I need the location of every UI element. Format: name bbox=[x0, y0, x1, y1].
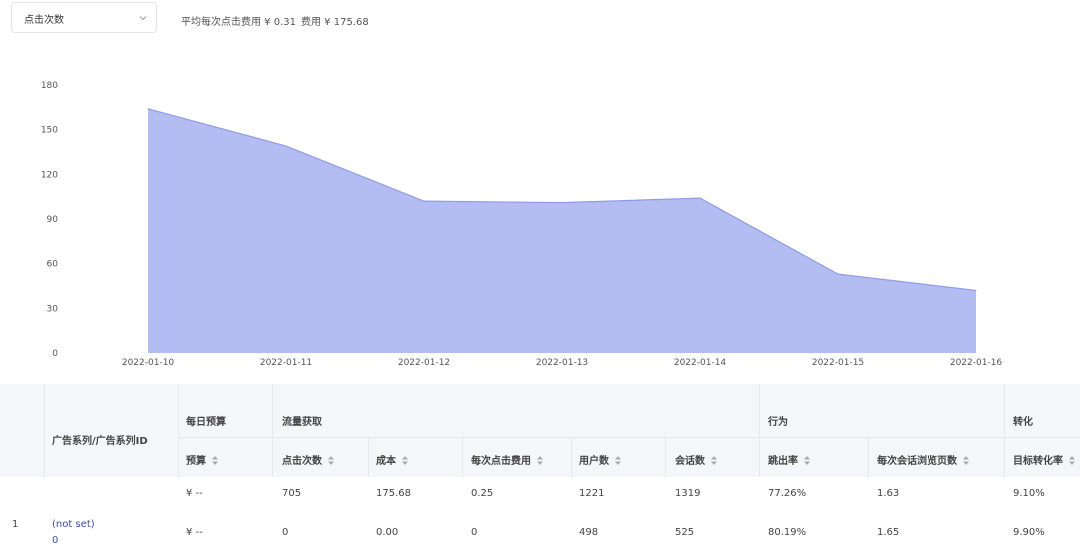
sort-icon[interactable] bbox=[615, 456, 621, 468]
row-cpc: 0 bbox=[471, 527, 478, 538]
col-header-sessions[interactable]: 会话数 bbox=[675, 452, 717, 468]
sort-icon[interactable] bbox=[537, 456, 543, 468]
col-header-label: 跳出率 bbox=[768, 456, 798, 467]
sort-icon[interactable] bbox=[1069, 456, 1075, 468]
col-header-pages-per-session[interactable]: 每次会话浏览页数 bbox=[877, 452, 969, 468]
total-budget: ¥ -- bbox=[186, 488, 203, 499]
y-tick-label: 90 bbox=[47, 215, 59, 225]
col-header-cost[interactable]: 成本 bbox=[376, 452, 408, 468]
campaign-table: 广告系列/广告系列ID 每日预算 流量获取 行为 转化 预算 点击次数 成本 每次点击… bbox=[0, 384, 1080, 556]
col-header-users[interactable]: 用户数 bbox=[579, 452, 621, 468]
total-pages-per-session: 1.63 bbox=[877, 488, 900, 499]
data-point bbox=[561, 202, 563, 204]
data-point bbox=[975, 289, 977, 291]
col-header-label: 成本 bbox=[376, 456, 396, 467]
header-conversion: 转化 bbox=[1013, 417, 1033, 428]
campaign-id-link[interactable]: 0 bbox=[52, 535, 58, 546]
row-sessions: 525 bbox=[675, 527, 695, 538]
x-tick-label: 2022-01-11 bbox=[260, 358, 312, 368]
col-header-label: 每次会话浏览页数 bbox=[877, 456, 957, 467]
col-header-label: 目标转化率 bbox=[1013, 456, 1063, 467]
row-index: 1 bbox=[12, 519, 19, 530]
campaign-name-link[interactable]: (not set) bbox=[52, 519, 95, 530]
header-daily-budget: 每日预算 bbox=[186, 417, 226, 428]
col-header-cpc[interactable]: 每次点击费用 bbox=[471, 452, 543, 468]
total-cost: 175.68 bbox=[376, 488, 411, 499]
x-tick-label: 2022-01-13 bbox=[536, 358, 588, 368]
metric-select[interactable]: 点击次数 bbox=[11, 2, 157, 33]
sort-icon[interactable] bbox=[711, 456, 717, 468]
col-header-label: 会话数 bbox=[675, 456, 705, 467]
toolbar: 点击次数 平均每次点击费用 ¥ 0.31 费用 ¥ 175.68 bbox=[0, 0, 1080, 40]
row-goal-conversion-rate: 9.90% bbox=[1013, 527, 1045, 538]
row-budget: ¥ -- bbox=[186, 527, 203, 538]
sort-icon[interactable] bbox=[804, 456, 810, 468]
total-sessions: 1319 bbox=[675, 488, 701, 499]
row-cost: 0.00 bbox=[376, 527, 399, 538]
col-header-label: 用户数 bbox=[579, 456, 609, 467]
data-point bbox=[147, 108, 149, 110]
row-pages-per-session: 1.65 bbox=[877, 527, 900, 538]
col-header-label: 每次点击费用 bbox=[471, 456, 531, 467]
col-header-bounce-rate[interactable]: 跳出率 bbox=[768, 452, 810, 468]
row-clicks: 0 bbox=[282, 527, 289, 538]
data-point bbox=[285, 145, 287, 147]
header-campaign: 广告系列/广告系列ID bbox=[52, 436, 148, 447]
y-tick-label: 180 bbox=[41, 81, 58, 91]
data-point bbox=[837, 273, 839, 275]
col-header-clicks[interactable]: 点击次数 bbox=[282, 452, 334, 468]
data-point bbox=[699, 197, 701, 199]
area-chart: 0 30 60 90 120 150 180 2022-01-10 2022-01-11 2022… bbox=[41, 81, 1003, 368]
header-behavior: 行为 bbox=[768, 417, 788, 428]
col-header-label: 点击次数 bbox=[282, 456, 322, 467]
header-traffic: 流量获取 bbox=[282, 417, 322, 428]
y-tick-label: 60 bbox=[47, 260, 59, 270]
x-tick-label: 2022-01-12 bbox=[398, 358, 450, 368]
sort-icon[interactable] bbox=[212, 456, 218, 468]
area-fill bbox=[148, 108, 976, 353]
row-users: 498 bbox=[579, 527, 599, 538]
col-header-budget[interactable]: 预算 bbox=[186, 452, 218, 468]
total-bounce-rate: 77.26% bbox=[768, 488, 807, 499]
col-header-label: 预算 bbox=[186, 456, 206, 467]
avg-cpc-summary: 平均每次点击费用 ¥ 0.31 bbox=[181, 17, 296, 28]
metric-select-label: 点击次数 bbox=[24, 15, 64, 26]
total-clicks: 705 bbox=[282, 488, 302, 499]
data-point bbox=[423, 200, 425, 202]
y-tick-label: 150 bbox=[41, 126, 58, 136]
total-users: 1221 bbox=[579, 488, 605, 499]
cost-summary: 费用 ¥ 175.68 bbox=[301, 17, 369, 28]
sort-icon[interactable] bbox=[402, 456, 408, 468]
row-bounce-rate: 80.19% bbox=[768, 527, 807, 538]
x-tick-label: 2022-01-14 bbox=[674, 358, 727, 368]
sort-icon[interactable] bbox=[328, 456, 334, 468]
col-header-goal-conversion-rate[interactable]: 目标转化率 bbox=[1013, 452, 1075, 468]
sort-icon[interactable] bbox=[963, 456, 969, 468]
total-cpc: 0.25 bbox=[471, 488, 494, 499]
x-tick-label: 2022-01-10 bbox=[122, 358, 175, 368]
y-tick-label: 0 bbox=[52, 349, 58, 359]
chevron-down-icon bbox=[139, 16, 147, 21]
clicks-chart: 0 30 60 90 120 150 180 2022-01-10 2022-01-11 2022… bbox=[0, 70, 1080, 370]
x-tick-label: 2022-01-16 bbox=[950, 358, 1003, 368]
y-tick-label: 30 bbox=[47, 304, 59, 314]
x-tick-label: 2022-01-15 bbox=[812, 358, 864, 368]
total-goal-conversion-rate: 9.10% bbox=[1013, 488, 1045, 499]
y-tick-label: 120 bbox=[41, 170, 58, 180]
